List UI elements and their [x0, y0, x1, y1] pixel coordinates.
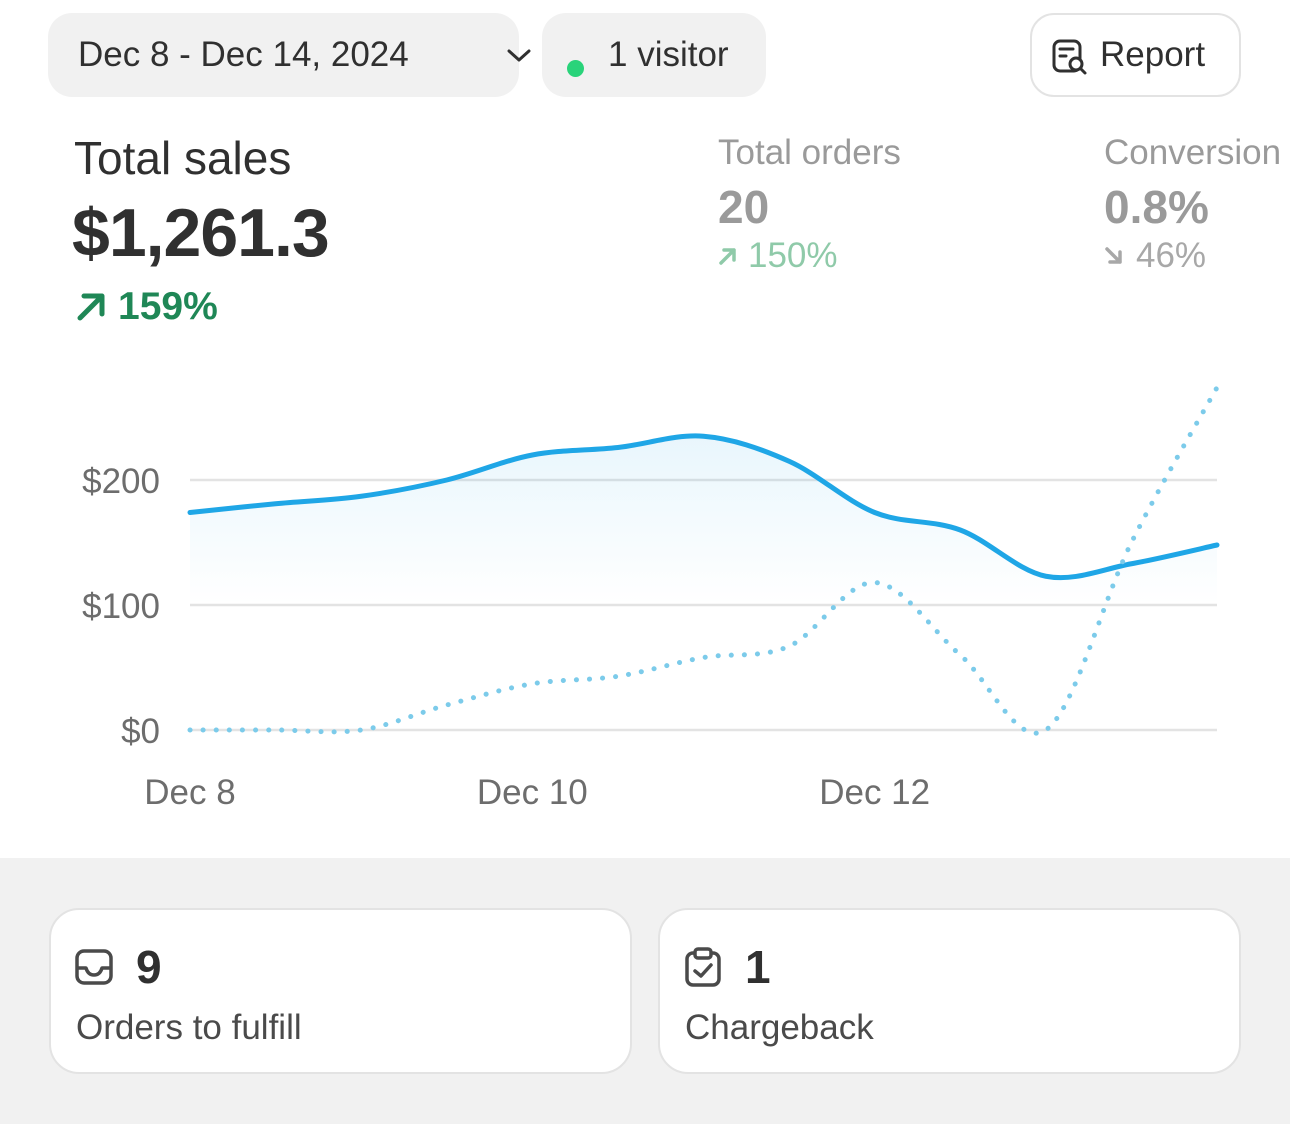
- chargeback-card[interactable]: 1 Chargeback: [658, 908, 1241, 1074]
- sales-data-point: [779, 451, 799, 471]
- orders-to-fulfill-label: Orders to fulfill: [76, 1008, 302, 1047]
- sales-data-point: [608, 438, 628, 458]
- total-orders-value: 20: [718, 181, 770, 233]
- arrow-down-right-icon: [1105, 247, 1122, 264]
- report-label: Report: [1100, 35, 1206, 74]
- sales-data-point: [437, 470, 457, 490]
- live-visitors-button[interactable]: 1 visitor: [542, 13, 766, 97]
- conversion-value: 0.8%: [1104, 181, 1209, 233]
- visitor-count: 1 visitor: [608, 35, 729, 74]
- y-tick-label: $200: [82, 462, 160, 501]
- comparison-data-point: [180, 720, 200, 740]
- comparison-data-point: [1121, 533, 1141, 553]
- arrow-up-right-icon: [77, 293, 105, 321]
- y-tick-label: $0: [121, 712, 160, 751]
- sales-data-point: [1036, 566, 1056, 586]
- conversion-label[interactable]: Conversion: [1104, 133, 1281, 173]
- date-range-picker[interactable]: Dec 8 - Dec 14, 2024: [48, 13, 531, 97]
- comparison-data-point: [608, 666, 628, 686]
- inbox-icon: [75, 949, 113, 985]
- comparison-data-point: [437, 695, 457, 715]
- report-button[interactable]: Report: [1030, 13, 1241, 97]
- total-sales-value: $1,261.3: [72, 195, 330, 271]
- report-search-icon: [1052, 39, 1087, 75]
- orders-to-fulfill-card[interactable]: 9 Orders to fulfill: [49, 908, 632, 1074]
- sales-data-point: [351, 486, 371, 506]
- comparison-data-point: [1036, 720, 1056, 740]
- comparison-data-point: [351, 720, 371, 740]
- total-orders-label[interactable]: Total orders: [718, 133, 901, 173]
- x-tick-label: Dec 8: [144, 773, 235, 812]
- live-status-dot: [567, 60, 584, 77]
- chargeback-count: 1: [745, 941, 771, 993]
- sales-data-point: [180, 503, 200, 523]
- sales-data-point: [865, 503, 885, 523]
- sales-data-point: [1207, 535, 1227, 555]
- total-sales-label[interactable]: Total sales: [74, 131, 291, 185]
- x-tick-label: Dec 10: [477, 773, 588, 812]
- comparison-data-point: [266, 720, 286, 740]
- date-range-label: Dec 8 - Dec 14, 2024: [78, 35, 409, 74]
- sales-data-point: [522, 445, 542, 465]
- sales-data-point: [950, 520, 970, 540]
- arrow-up-right-icon: [719, 248, 736, 265]
- comparison-data-point: [522, 674, 542, 694]
- total-sales-change-value: 159%: [118, 285, 218, 328]
- comparison-data-point: [1207, 378, 1227, 398]
- sales-chart[interactable]: $0 $100 $200 Dec 8 Dec 10 Dec 12: [0, 340, 1290, 840]
- total-orders-change: 150%: [718, 236, 838, 276]
- y-tick-label: $100: [82, 587, 160, 626]
- comparison-data-point: [779, 636, 799, 656]
- sales-data-point: [266, 494, 286, 514]
- orders-to-fulfill-count: 9: [136, 941, 162, 993]
- x-tick-label: Dec 12: [819, 773, 930, 812]
- clipboard-check-icon: [685, 947, 721, 987]
- chevron-down-icon: [507, 49, 531, 62]
- conversion-change-value: 46%: [1136, 236, 1207, 275]
- sales-data-point: [1121, 554, 1141, 574]
- total-sales-change: 159%: [74, 285, 218, 329]
- comparison-data-point: [865, 573, 885, 593]
- total-orders-change-value: 150%: [748, 236, 838, 275]
- sales-data-point: [694, 426, 714, 446]
- chargeback-label: Chargeback: [685, 1008, 874, 1047]
- conversion-change: 46%: [1104, 236, 1206, 276]
- comparison-data-point: [694, 648, 714, 668]
- comparison-data-point: [950, 645, 970, 665]
